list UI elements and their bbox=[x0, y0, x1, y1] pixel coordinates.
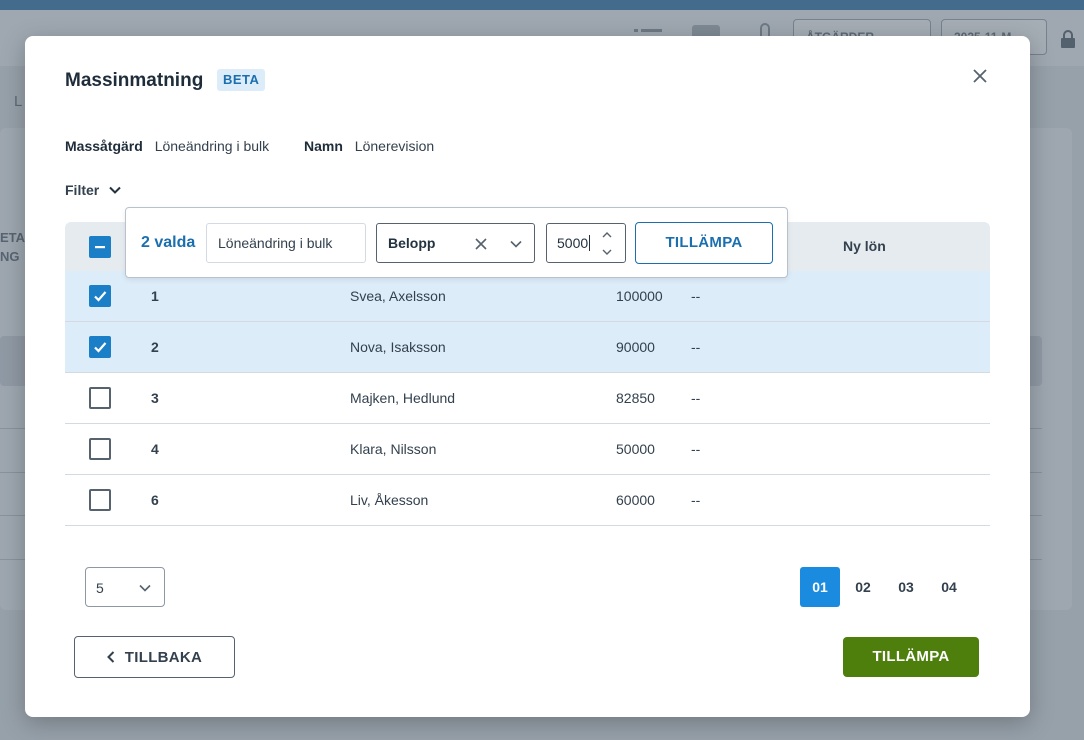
chevron-left-icon bbox=[106, 651, 115, 663]
table-row[interactable]: 2 Nova, Isaksson 90000 -- bbox=[65, 322, 990, 373]
employee-name: Nova, Isaksson bbox=[350, 339, 446, 355]
mass-action-label: Massåtgärd bbox=[65, 138, 143, 154]
employee-id: 3 bbox=[151, 390, 159, 406]
name-label: Namn bbox=[304, 138, 343, 154]
amount-type-value: Belopp bbox=[388, 235, 436, 251]
page-button[interactable]: 03 bbox=[886, 567, 926, 607]
row-checkbox[interactable] bbox=[89, 285, 111, 307]
current-salary: 100000 bbox=[616, 288, 663, 304]
bulk-apply-button[interactable]: TILLÄMPA bbox=[635, 222, 773, 264]
employee-name: Klara, Nilsson bbox=[350, 441, 437, 457]
current-salary: 82850 bbox=[616, 390, 655, 406]
filter-toggle[interactable]: Filter bbox=[65, 182, 121, 198]
new-salary: -- bbox=[691, 390, 701, 406]
back-label: TILLBAKA bbox=[124, 648, 203, 666]
checkmark-icon bbox=[94, 291, 107, 302]
amount-value: 5000 bbox=[557, 235, 589, 251]
new-salary: -- bbox=[691, 339, 701, 355]
employee-id: 1 bbox=[151, 288, 159, 304]
text-caret bbox=[589, 235, 591, 251]
row-checkbox[interactable] bbox=[89, 438, 111, 460]
increment-icon[interactable] bbox=[602, 231, 612, 238]
back-button[interactable]: TILLBAKA bbox=[74, 636, 235, 678]
page-button[interactable]: 02 bbox=[843, 567, 883, 607]
row-checkbox[interactable] bbox=[89, 489, 111, 511]
row-checkbox[interactable] bbox=[89, 387, 111, 409]
page-size-select[interactable]: 5 bbox=[85, 567, 165, 607]
employee-id: 6 bbox=[151, 492, 159, 508]
current-salary: 90000 bbox=[616, 339, 655, 355]
mass-action-value: Löneändring i bulk bbox=[154, 138, 270, 154]
employee-name: Majken, Hedlund bbox=[350, 390, 456, 406]
column-header-new-salary: Ny lön bbox=[843, 238, 886, 254]
modal-title: Massinmatning bbox=[65, 70, 204, 91]
employee-name: Liv, Åkesson bbox=[350, 492, 429, 508]
chevron-down-icon[interactable] bbox=[510, 240, 522, 248]
mass-entry-modal: Massinmatning BETA Massåtgärd Löneändrin… bbox=[25, 36, 1030, 717]
chevron-down-icon bbox=[139, 584, 151, 592]
employee-id: 4 bbox=[151, 441, 159, 457]
select-all-checkbox[interactable] bbox=[89, 236, 111, 258]
beta-badge: BETA bbox=[217, 69, 266, 91]
current-salary: 50000 bbox=[616, 441, 655, 457]
close-icon[interactable] bbox=[971, 67, 989, 85]
chevron-down-icon bbox=[109, 186, 121, 194]
bulk-action-popover: 2 valda Löneändring i bulk Belopp 5000 T… bbox=[125, 207, 788, 278]
name-value: Lönerevision bbox=[354, 138, 435, 154]
row-checkbox[interactable] bbox=[89, 336, 111, 358]
table-row[interactable]: 6 Liv, Åkesson 60000 -- bbox=[65, 475, 990, 526]
amount-type-select[interactable]: Belopp bbox=[376, 223, 535, 263]
clear-icon[interactable] bbox=[475, 238, 487, 250]
filter-label: Filter bbox=[65, 182, 100, 198]
page-button[interactable]: 01 bbox=[800, 567, 840, 607]
amount-input[interactable]: 5000 bbox=[546, 223, 626, 263]
pagination: 01 02 03 04 bbox=[800, 567, 972, 607]
selected-count: 2 valda bbox=[141, 234, 196, 251]
new-salary: -- bbox=[691, 288, 701, 304]
table-row[interactable]: 4 Klara, Nilsson 50000 -- bbox=[65, 424, 990, 475]
mass-action-info: Massåtgärd Löneändring i bulk bbox=[65, 138, 269, 154]
action-field[interactable]: Löneändring i bulk bbox=[206, 223, 366, 263]
indeterminate-icon bbox=[95, 246, 105, 249]
new-salary: -- bbox=[691, 441, 701, 457]
table-row[interactable]: 1 Svea, Axelsson 100000 -- bbox=[65, 271, 990, 322]
page-button[interactable]: 04 bbox=[929, 567, 969, 607]
name-info: Namn Lönerevision bbox=[304, 138, 434, 154]
current-salary: 60000 bbox=[616, 492, 655, 508]
table-row[interactable]: 3 Majken, Hedlund 82850 -- bbox=[65, 373, 990, 424]
table-body: 1 Svea, Axelsson 100000 -- 2 Nova, Isaksson 90… bbox=[65, 271, 990, 526]
apply-button[interactable]: TILLÄMPA bbox=[843, 637, 979, 677]
decrement-icon[interactable] bbox=[602, 249, 612, 256]
employee-id: 2 bbox=[151, 339, 159, 355]
page-size-value: 5 bbox=[96, 580, 104, 596]
new-salary: -- bbox=[691, 492, 701, 508]
employee-name: Svea, Axelsson bbox=[350, 288, 446, 304]
checkmark-icon bbox=[94, 342, 107, 353]
